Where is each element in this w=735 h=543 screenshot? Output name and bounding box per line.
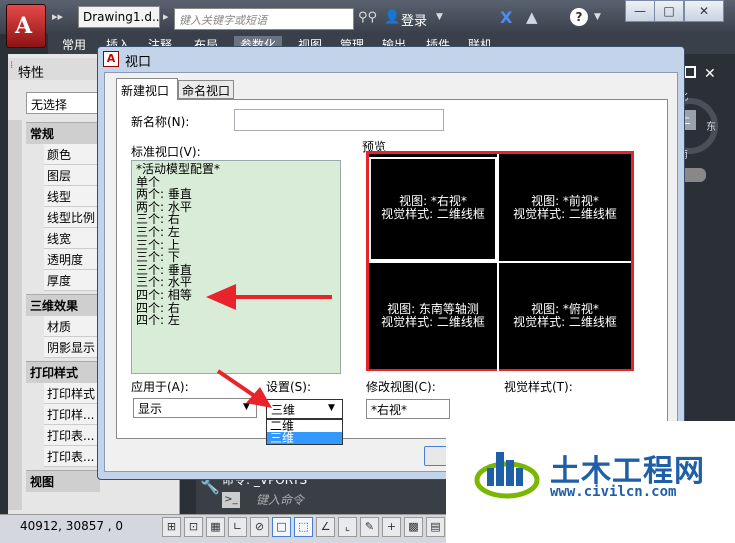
- section-general[interactable]: 常规: [26, 122, 100, 144]
- section-plot-style[interactable]: 打印样式: [26, 361, 100, 383]
- pane-style-label: 视觉样式: 二维线框: [513, 315, 617, 329]
- help-icon[interactable]: ?: [570, 8, 588, 26]
- chevron-down-icon[interactable]: ▼: [594, 12, 601, 22]
- tab-named-viewports[interactable]: 命名视口: [178, 80, 234, 99]
- property-row[interactable]: 图层: [44, 165, 100, 186]
- dyn-icon[interactable]: ✎: [360, 517, 379, 537]
- selection-dropdown[interactable]: 无选择: [26, 92, 102, 114]
- minimize-button[interactable]: —: [625, 0, 655, 22]
- tab-home[interactable]: 常用: [62, 36, 86, 53]
- chevron-down-icon[interactable]: ▼: [243, 402, 250, 412]
- polar-icon[interactable]: ⊘: [250, 517, 269, 537]
- coordinates-readout: 40912, 30857 , 0: [20, 519, 124, 533]
- list-item[interactable]: 四个: 相等: [136, 289, 336, 302]
- property-row[interactable]: 打印样式: [44, 383, 100, 404]
- civilcn-logo: [474, 452, 540, 499]
- title-more-icon[interactable]: ▸: [163, 10, 169, 23]
- close-button[interactable]: ✕: [684, 0, 724, 22]
- new-name-label: 新名称(N):: [131, 115, 190, 129]
- ducs-icon[interactable]: ⌞: [338, 517, 357, 537]
- autocad-icon: A: [103, 51, 119, 67]
- restore-viewport-icon[interactable]: [684, 66, 696, 78]
- change-view-label: 修改视图(C):: [366, 380, 436, 394]
- list-item[interactable]: *活动模型配置*: [136, 163, 336, 176]
- close-icon[interactable]: ✕: [704, 66, 716, 82]
- application-menu-button[interactable]: A: [6, 4, 46, 48]
- apply-to-select[interactable]: 显示: [133, 398, 257, 418]
- command-prompt-icon[interactable]: >_: [222, 492, 240, 508]
- list-item[interactable]: 四个: 左: [136, 314, 336, 327]
- compass-east: 东: [706, 122, 716, 133]
- visual-style-label: 视觉样式(T):: [504, 380, 573, 394]
- maximize-button[interactable]: □: [654, 0, 684, 22]
- property-row[interactable]: 厚度: [44, 270, 100, 291]
- chevron-down-icon[interactable]: ▼: [328, 403, 335, 413]
- property-row[interactable]: 线型比例: [44, 207, 100, 228]
- quick-properties-icon[interactable]: ▤: [426, 517, 445, 537]
- section-3d-effects[interactable]: 三维效果: [26, 294, 100, 316]
- login-button[interactable]: 登录: [401, 10, 427, 29]
- pane-style-label: 视觉样式: 二维线框: [381, 315, 485, 329]
- list-item[interactable]: 两个: 垂直: [136, 188, 336, 201]
- preview-pane-top-right[interactable]: 视图: *前视* 视觉样式: 二维线框: [499, 157, 631, 261]
- grip-icon[interactable]: ⁞: [10, 60, 13, 71]
- property-row[interactable]: 打印表...: [44, 446, 100, 467]
- section-view[interactable]: 视图: [26, 470, 100, 492]
- command-input[interactable]: 键入命令: [256, 491, 304, 508]
- transparency-icon[interactable]: ▩: [404, 517, 423, 537]
- search-input[interactable]: 键入关键字或短语: [174, 8, 354, 30]
- setup-label: 设置(S):: [266, 380, 312, 394]
- pane-style-label: 视觉样式: 二维线框: [513, 207, 617, 221]
- preview-pane-top-left[interactable]: 视图: *右视* 视觉样式: 二维线框: [369, 157, 497, 261]
- snap-icon[interactable]: ⊡: [184, 517, 203, 537]
- otrack-icon[interactable]: ∠: [316, 517, 335, 537]
- apply-to-label: 应用于(A):: [131, 380, 189, 394]
- document-title: Drawing1.d...: [78, 6, 160, 28]
- change-view-select[interactable]: *右视*: [366, 399, 450, 419]
- property-row[interactable]: 线宽: [44, 228, 100, 249]
- dialog-title: 视口: [125, 55, 152, 70]
- watermark-url: www.civilcn.com: [550, 484, 677, 500]
- lineweight-icon[interactable]: +: [382, 517, 401, 537]
- tab-new-viewports[interactable]: 新建视口: [116, 78, 178, 100]
- palette-scrollbar[interactable]: [8, 120, 22, 510]
- standard-viewports-label: 标准视口(V):: [131, 145, 201, 159]
- chevron-down-icon[interactable]: ▼: [436, 12, 443, 22]
- property-row[interactable]: 阴影显示: [44, 337, 100, 358]
- infer-constraints-icon[interactable]: ⊞: [162, 517, 181, 537]
- user-icon[interactable]: 👤: [384, 10, 400, 25]
- property-row[interactable]: 打印样...: [44, 404, 100, 425]
- quick-access-expand-icon[interactable]: ▸▸: [52, 10, 63, 23]
- osnap-icon[interactable]: □: [272, 517, 291, 537]
- property-row[interactable]: 透明度: [44, 249, 100, 270]
- autodesk-360-icon[interactable]: ▲: [526, 8, 538, 26]
- palette-title: 特性: [18, 66, 45, 81]
- setup-option-3d[interactable]: 三维: [267, 432, 342, 444]
- binoculars-icon[interactable]: ⚲⚲: [358, 10, 377, 25]
- list-item[interactable]: 三个: 下: [136, 251, 336, 264]
- preview-pane-bottom-left[interactable]: 视图: 东南等轴测 视觉样式: 二维线框: [369, 263, 497, 369]
- property-row[interactable]: 线型: [44, 186, 100, 207]
- preview-pane-bottom-right[interactable]: 视图: *俯视* 视觉样式: 二维线框: [499, 263, 631, 369]
- pane-divider: [369, 261, 631, 263]
- pane-style-label: 视觉样式: 二维线框: [381, 207, 485, 221]
- ortho-icon[interactable]: ∟: [228, 517, 247, 537]
- grid-icon[interactable]: ▦: [206, 517, 225, 537]
- property-row[interactable]: 材质: [44, 316, 100, 337]
- list-item[interactable]: 三个: 左: [136, 226, 336, 239]
- exchange-icon[interactable]: X: [500, 8, 512, 27]
- standard-viewports-list[interactable]: *活动模型配置* 单个 两个: 垂直 两个: 水平 三个: 右 三个: 左 三个…: [131, 160, 341, 374]
- 3d-osnap-icon[interactable]: ⬚: [294, 517, 313, 537]
- new-name-input[interactable]: [234, 109, 444, 131]
- property-row[interactable]: 颜色: [44, 144, 100, 165]
- property-row[interactable]: 打印表...: [44, 425, 100, 446]
